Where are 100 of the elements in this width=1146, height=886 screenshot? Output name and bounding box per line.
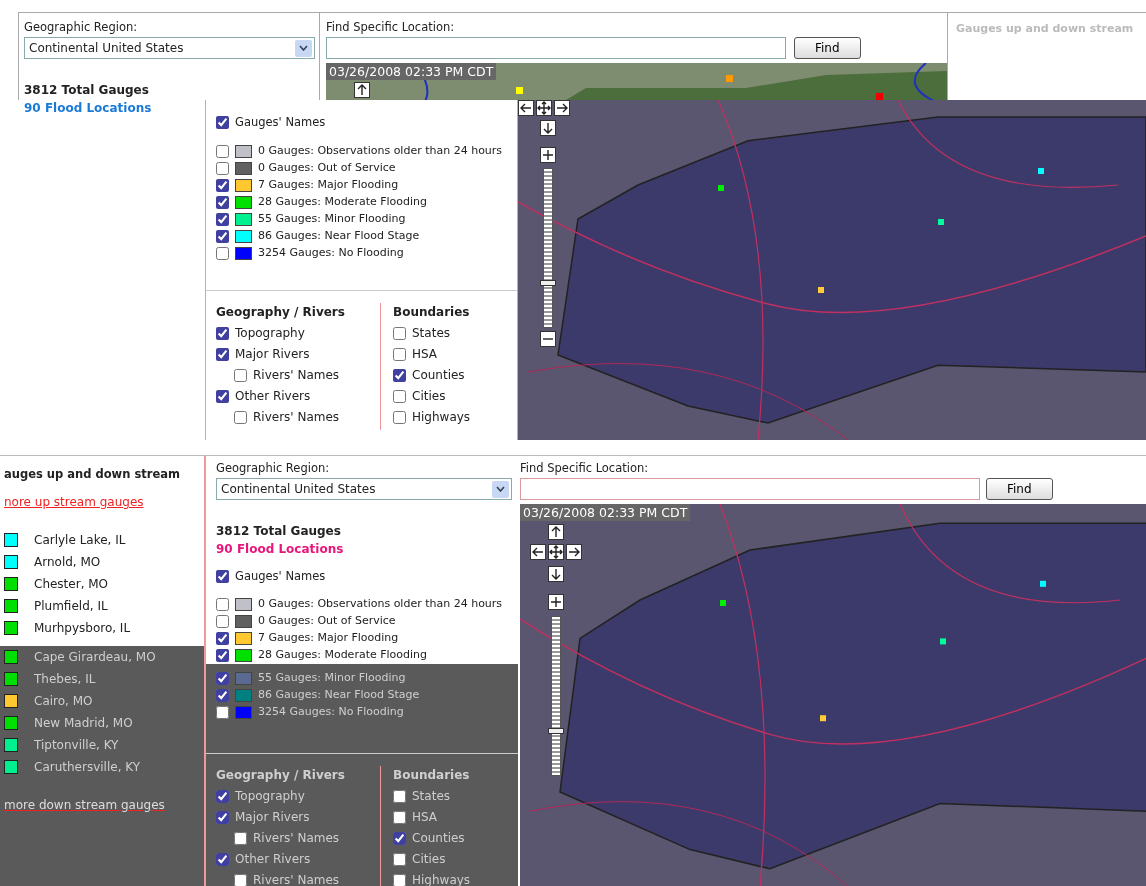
pan-up-button[interactable]: [548, 524, 564, 541]
checkbox[interactable]: [234, 410, 247, 424]
field-label: Find Specific Location:: [520, 460, 650, 477]
gauge-name[interactable]: New Madrid, MO: [34, 714, 133, 732]
checkbox[interactable]: [216, 389, 229, 403]
checkbox[interactable]: [393, 831, 406, 845]
checkbox[interactable]: [393, 852, 406, 866]
checkbox[interactable]: [216, 229, 229, 243]
zoom-slider-thumb[interactable]: [540, 279, 556, 286]
legend-label: 55 Gauges: Minor Flooding: [258, 670, 406, 686]
checkbox[interactable]: [216, 144, 229, 158]
checkbox[interactable]: [393, 873, 406, 886]
checkbox-label: HSA: [412, 809, 438, 825]
pan-center-button[interactable]: [536, 100, 552, 116]
gauge-name[interactable]: Thebes, IL: [34, 670, 96, 688]
checkbox[interactable]: [393, 410, 406, 424]
checkbox[interactable]: [216, 810, 229, 824]
region-select[interactable]: Continental United States: [24, 37, 315, 60]
checkbox[interactable]: [393, 326, 406, 340]
checkbox[interactable]: [216, 614, 229, 628]
checkbox[interactable]: [234, 831, 247, 845]
checkbox[interactable]: [216, 246, 229, 260]
checkbox[interactable]: [216, 705, 229, 719]
legend-label: 55 Gauges: Minor Flooding: [258, 211, 406, 227]
legend-label: 0 Gauges: Out of Service: [258, 613, 396, 630]
checkbox[interactable]: [216, 688, 229, 702]
checkbox-label: Counties: [412, 367, 465, 383]
checkbox-label: Gauges' Names: [235, 568, 326, 585]
checkbox-label: Rivers' Names: [253, 872, 340, 886]
zoom-in-icon: [541, 148, 555, 162]
gauge-name[interactable]: Plumfield, IL: [34, 597, 108, 616]
zoom-slider-thumb[interactable]: [548, 728, 564, 735]
downstream-link[interactable]: more down stream gauges: [4, 796, 165, 814]
checkbox[interactable]: [234, 368, 247, 382]
checkbox-label: Cities: [412, 388, 446, 404]
pan-right-button[interactable]: [566, 544, 582, 561]
gauge-name[interactable]: Cairo, MO: [34, 692, 93, 710]
pan-left-button[interactable]: [530, 544, 546, 561]
total-gauges: 3812 Total Gauges: [216, 523, 342, 541]
zoom-in-button[interactable]: [548, 594, 564, 611]
checkbox-label: Topography: [235, 788, 305, 804]
search-field[interactable]: [326, 37, 786, 60]
checkbox[interactable]: [393, 389, 406, 403]
checkbox[interactable]: [216, 671, 229, 685]
gauge-name[interactable]: Cape Girardeau, MO: [34, 648, 156, 666]
upstream-link[interactable]: nore up stream gauges: [4, 493, 144, 512]
checkbox[interactable]: [234, 873, 247, 886]
checkbox[interactable]: [216, 161, 229, 175]
checkbox[interactable]: [216, 789, 229, 803]
checkbox[interactable]: [393, 789, 406, 803]
pan-left-icon: [519, 101, 533, 115]
checkbox[interactable]: [216, 852, 229, 866]
checkbox[interactable]: [393, 347, 406, 361]
search-field[interactable]: [520, 478, 980, 501]
zoom-in-button[interactable]: [540, 147, 556, 163]
pan-center-button[interactable]: [548, 544, 564, 561]
find-button[interactable]: Find: [986, 478, 1053, 501]
legend-label: 86 Gauges: Near Flood Stage: [258, 228, 420, 244]
gauge-name[interactable]: Chester, MO: [34, 575, 109, 594]
caret-icon: [295, 39, 312, 57]
checkbox-label: Rivers' Names: [253, 830, 340, 846]
checkbox[interactable]: [216, 178, 229, 192]
checkbox[interactable]: [216, 648, 229, 662]
checkbox-label: States: [412, 325, 450, 341]
pan-down-button[interactable]: [548, 566, 564, 583]
gauge-name[interactable]: Caruthersville, KY: [34, 758, 141, 776]
gauge-name[interactable]: Arnold, MO: [34, 553, 101, 572]
pan-right-button[interactable]: [554, 100, 570, 116]
checkbox-label: Major Rivers: [235, 346, 310, 362]
checkbox[interactable]: [393, 810, 406, 824]
gauge-name[interactable]: Tiptonville, KY: [34, 736, 119, 754]
find-button[interactable]: Find: [794, 37, 861, 60]
checkbox-label: Other Rivers: [235, 388, 311, 404]
pan-left-button[interactable]: [518, 100, 534, 116]
region-select[interactable]: Continental United States: [216, 478, 512, 501]
section-heading: Boundaries: [393, 304, 471, 321]
checkbox[interactable]: [216, 597, 229, 611]
checkbox-label: States: [412, 788, 450, 804]
checkbox[interactable]: [216, 212, 229, 226]
checkbox[interactable]: [216, 326, 229, 340]
pan-down-button[interactable]: [540, 120, 556, 136]
checkbox[interactable]: [216, 569, 229, 583]
checkbox[interactable]: [216, 195, 229, 209]
legend-label: 0 Gauges: Observations older than 24 hours: [258, 143, 503, 159]
checkbox-label: Other Rivers: [235, 851, 311, 867]
zoom-out-button[interactable]: [540, 331, 556, 347]
panel-title: auges up and down stream: [4, 466, 181, 483]
checkbox-label: Major Rivers: [235, 809, 310, 825]
checkbox[interactable]: [393, 368, 406, 382]
checkbox-label: Rivers' Names: [253, 367, 340, 383]
caret-icon: [492, 480, 509, 498]
checkbox[interactable]: [216, 115, 229, 129]
legend-label: 7 Gauges: Major Flooding: [258, 630, 399, 647]
gauge-name[interactable]: Murhpysboro, IL: [34, 619, 131, 638]
gauge-name[interactable]: Carlyle Lake, IL: [34, 531, 126, 550]
flood-locations[interactable]: 90 Flood Locations: [216, 540, 512, 559]
zoom-in-icon: [549, 595, 563, 610]
checkbox[interactable]: [216, 631, 229, 645]
checkbox[interactable]: [216, 347, 229, 361]
map-timestamp: 03/26/2008 02:33 PM CDT: [520, 504, 691, 522]
